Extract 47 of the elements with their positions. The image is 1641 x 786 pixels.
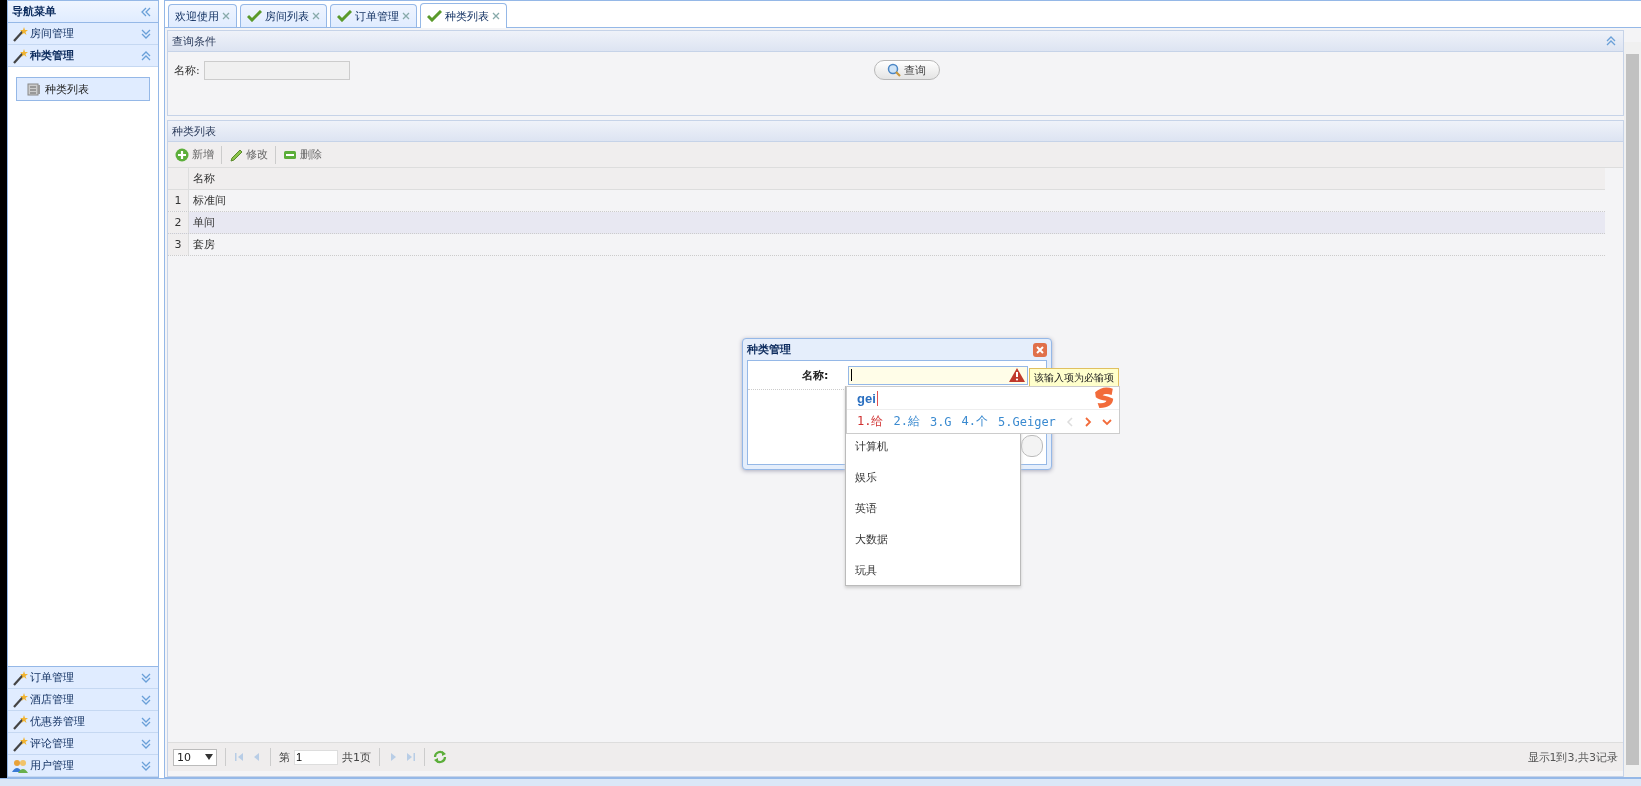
row-number: 3 (168, 234, 189, 255)
field-label: 名称: (174, 62, 200, 78)
accordion-header[interactable]: 种类管理 (8, 45, 158, 67)
table-row[interactable]: 3 套房 (168, 234, 1605, 256)
error-tooltip: 该输入项为必输项 (1029, 368, 1119, 388)
search-button[interactable]: 查询 (873, 60, 940, 80)
accordion-header[interactable]: 酒店管理 (8, 689, 158, 711)
page-label: 第 (279, 749, 290, 765)
tab[interactable]: 欢迎使用 (168, 4, 237, 27)
ime-composition: gei (857, 390, 878, 406)
tab[interactable]: 订单管理 (330, 4, 417, 27)
suggestion-item[interactable]: 娱乐 (846, 462, 1020, 493)
tab[interactable]: 种类列表 (420, 3, 507, 28)
suggestion-item[interactable]: 玩具 (846, 555, 1020, 586)
ime-candidate[interactable]: 2.給 (893, 413, 920, 430)
toolbar-button[interactable]: 删除 (280, 145, 325, 164)
table-cell-text: 单间 (192, 215, 216, 231)
row-number: 2 (168, 212, 189, 233)
sidebar-title: 导航菜单 (12, 4, 56, 19)
page-input[interactable]: 1 (294, 749, 338, 765)
accordion-header[interactable]: 优惠券管理 (8, 711, 158, 733)
suggestion-item[interactable]: 英语 (846, 493, 1020, 524)
sidebar-item[interactable]: 种类列表 (16, 77, 150, 101)
tab[interactable]: 房间列表 (240, 4, 327, 27)
accordion-header[interactable]: 房间管理 (8, 23, 158, 45)
row-number: 1 (168, 190, 189, 211)
ime-candidate[interactable]: 5.Geiger (998, 414, 1056, 429)
suggestion-item[interactable]: 大数据 (846, 524, 1020, 555)
toolbar-button[interactable]: 新增 (172, 145, 217, 164)
table-row[interactable]: 2 单间 (168, 212, 1605, 234)
suggestion-item[interactable]: 计算机 (846, 431, 1020, 462)
accordion-header[interactable]: 订单管理 (8, 667, 158, 689)
field-label: 名称: (802, 367, 830, 383)
table-cell-text: 标准间 (192, 193, 227, 209)
accordion-header[interactable]: 评论管理 (8, 733, 158, 755)
table-cell-text: 套房 (192, 237, 216, 253)
panel-title: 查询条件 (172, 33, 216, 49)
accordion-header[interactable]: 用户管理 (8, 755, 158, 777)
ime-candidate[interactable]: 3.G (929, 414, 952, 429)
record-summary: 显示1到3,共3记录 (1527, 749, 1618, 765)
ime-candidate[interactable]: 4.个 (961, 413, 989, 430)
panel-title: 种类列表 (172, 123, 216, 139)
dialog-title: 种类管理 (747, 342, 791, 357)
page-size-select[interactable]: 10 (173, 748, 217, 766)
toolbar-button[interactable]: 修改 (226, 145, 271, 164)
ime-candidate[interactable]: 1.给 (857, 413, 884, 430)
page-total: 共1页 (342, 749, 371, 765)
